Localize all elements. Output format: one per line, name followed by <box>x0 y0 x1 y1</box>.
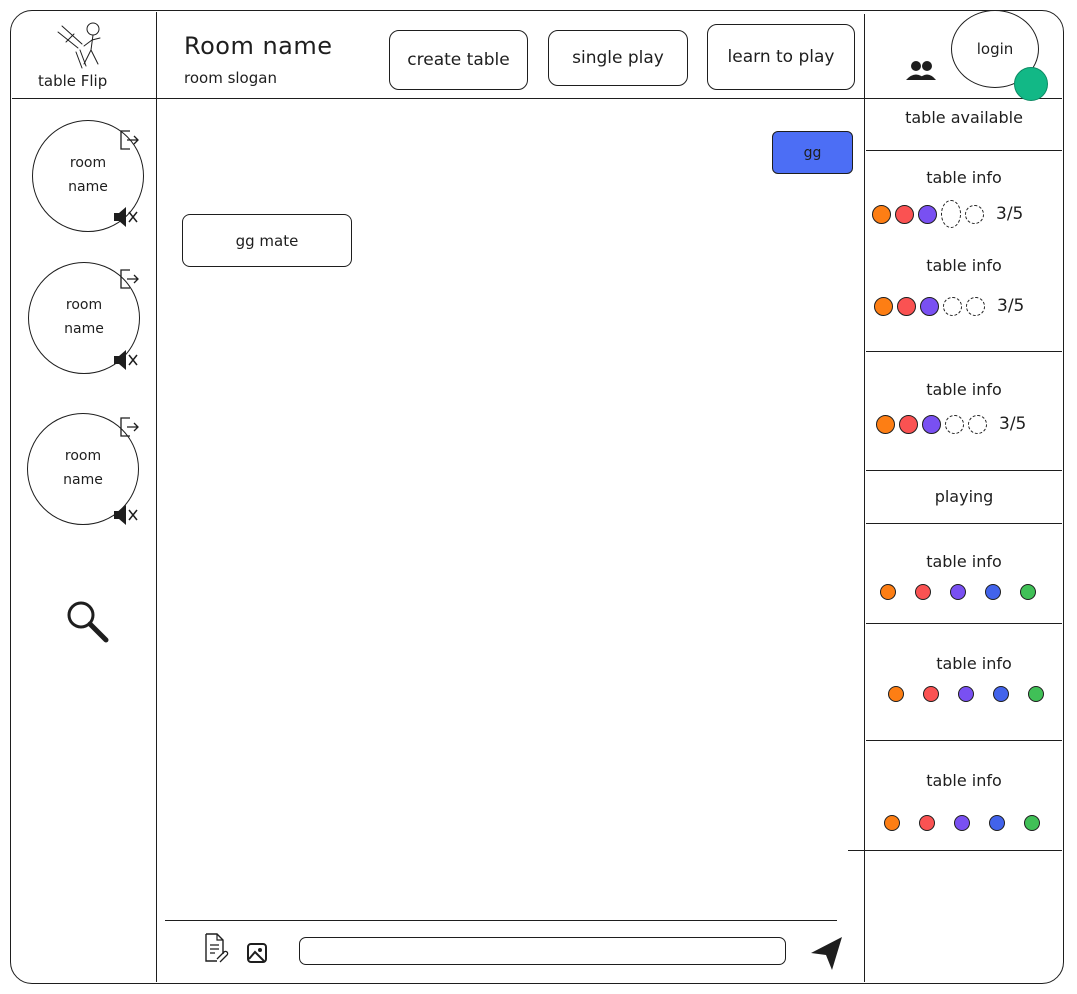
seat-list <box>888 686 1063 702</box>
single-play-button[interactable]: single play <box>548 30 688 86</box>
room-title: Room name <box>184 32 333 60</box>
speaker-muted-icon[interactable] <box>113 349 139 371</box>
send-icon[interactable] <box>808 934 844 972</box>
player-seat <box>922 414 941 434</box>
available-table-card[interactable]: table info 3/5 <box>866 242 1062 350</box>
playing-table-card[interactable]: table info <box>866 741 1062 849</box>
chat-message-self: gg <box>772 131 853 174</box>
exit-icon[interactable] <box>119 268 139 290</box>
player-seat <box>985 584 1001 600</box>
tables-playing-heading: playing <box>934 487 994 506</box>
chat-input-divider <box>165 920 837 921</box>
player-seat <box>919 815 935 831</box>
player-seat <box>895 204 914 224</box>
seat-list <box>884 815 1059 831</box>
player-seat <box>888 686 904 702</box>
player-seat <box>1028 686 1044 702</box>
available-table-card[interactable]: table info 3/5 <box>866 152 1062 242</box>
room-item-label: room name <box>63 448 103 488</box>
header-divider <box>12 98 1062 99</box>
tables-available-heading: table available <box>905 108 1023 127</box>
player-seat <box>920 296 939 316</box>
player-seat <box>954 815 970 831</box>
available-table-card[interactable]: table info 3/5 <box>866 352 1062 470</box>
exit-icon[interactable] <box>119 129 139 151</box>
seat-count: 3/5 <box>996 204 1024 224</box>
seat-list: 3/5 <box>876 414 1026 434</box>
player-seat <box>874 296 893 316</box>
image-icon[interactable] <box>246 942 268 964</box>
table-flip-logo-icon <box>57 22 101 69</box>
playing-table-card[interactable]: table info <box>866 624 1062 740</box>
table-info-label: table info <box>926 771 1002 790</box>
online-status-dot <box>1014 67 1048 101</box>
player-seat <box>884 815 900 831</box>
player-seat <box>876 414 895 434</box>
chat-message-input[interactable] <box>299 937 786 965</box>
player-seat <box>915 584 931 600</box>
player-seat <box>1024 815 1040 831</box>
exit-icon[interactable] <box>119 416 139 438</box>
seat-list: 3/5 <box>874 296 1024 316</box>
app-name: table Flip <box>38 72 108 90</box>
create-table-button[interactable]: create table <box>389 30 528 90</box>
player-seat <box>950 584 966 600</box>
speaker-muted-icon[interactable] <box>113 504 139 526</box>
room-slogan: room slogan <box>184 69 277 87</box>
chat-message-other: gg mate <box>182 214 352 267</box>
empty-seat <box>941 200 961 228</box>
table-info-label: table info <box>936 654 1012 673</box>
player-seat <box>918 204 937 224</box>
attach-file-icon[interactable] <box>203 932 229 964</box>
table-divider <box>866 470 1062 471</box>
player-seat <box>993 686 1009 702</box>
sidebar-divider <box>156 12 157 982</box>
seat-list: 3/5 <box>872 200 1023 228</box>
table-divider <box>866 150 1062 151</box>
room-item-label: room name <box>64 297 104 337</box>
player-seat <box>1020 584 1036 600</box>
player-seat <box>880 584 896 600</box>
empty-seat <box>943 296 962 316</box>
empty-seat <box>966 296 985 316</box>
player-seat <box>899 414 918 434</box>
table-info-label: table info <box>926 380 1002 399</box>
table-info-label: table info <box>926 168 1002 187</box>
player-seat <box>923 686 939 702</box>
empty-seat <box>965 204 984 224</box>
right-panel-divider <box>864 14 865 982</box>
table-divider <box>848 850 1062 851</box>
speaker-muted-icon[interactable] <box>113 206 139 228</box>
player-seat <box>872 204 891 224</box>
player-seat <box>897 296 916 316</box>
learn-to-play-button[interactable]: learn to play <box>707 24 855 90</box>
table-info-label: table info <box>926 552 1002 571</box>
table-info-label: table info <box>926 256 1002 275</box>
seat-count: 3/5 <box>999 414 1027 434</box>
users-icon[interactable] <box>906 60 936 82</box>
empty-seat <box>945 414 964 434</box>
player-seat <box>989 815 1005 831</box>
seat-count: 3/5 <box>997 296 1025 316</box>
playing-table-card[interactable]: table info <box>866 524 1062 622</box>
player-seat <box>958 686 974 702</box>
empty-seat <box>968 414 987 434</box>
seat-list <box>880 584 1055 600</box>
search-icon[interactable] <box>64 598 112 644</box>
room-item-label: room name <box>68 155 108 195</box>
